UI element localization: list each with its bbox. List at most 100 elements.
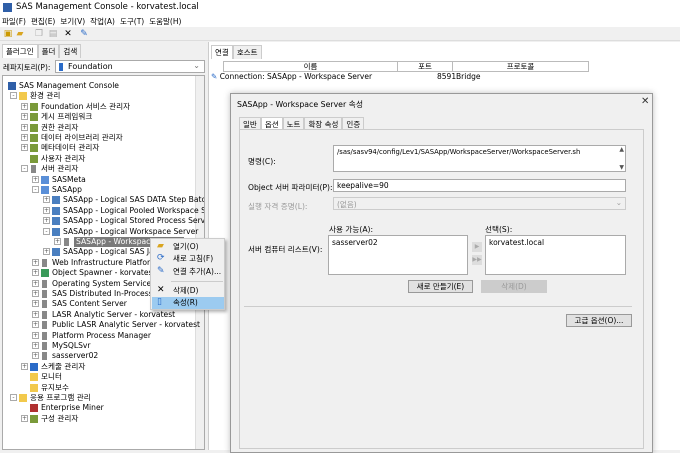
move-right-icon[interactable]: ▶: [472, 242, 482, 252]
selected-list[interactable]: korvatest.local: [485, 235, 626, 275]
menu-tools[interactable]: 도구(T): [118, 15, 147, 27]
toolbar: ▣ ▰ ❐ ▤ ✕ ✎: [0, 27, 680, 41]
new-button[interactable]: 새로 만들기(E): [408, 280, 473, 293]
tab-plugins[interactable]: 플러그인: [2, 44, 38, 58]
logical-icon: [52, 227, 60, 236]
column-header-port[interactable]: 포트: [397, 61, 453, 72]
collapse-icon[interactable]: -: [32, 186, 39, 193]
expand-icon[interactable]: +: [21, 144, 28, 152]
move-all-right-icon[interactable]: ▶▶: [472, 255, 482, 265]
credential-select[interactable]: (없음) ⌄: [333, 197, 626, 210]
logical-icon: [52, 217, 60, 226]
expand-icon[interactable]: +: [32, 300, 39, 308]
expand-icon[interactable]: +: [43, 206, 50, 214]
tree-item-label: 사용자 관리자: [41, 153, 86, 163]
delete-icon[interactable]: ✕: [63, 29, 73, 39]
expand-icon[interactable]: +: [32, 269, 39, 277]
server-icon: [42, 310, 47, 319]
plugin-icon: [30, 154, 38, 163]
available-list[interactable]: sasserver02: [328, 235, 468, 275]
expand-icon[interactable]: +: [32, 290, 39, 297]
tree-item-label: SASApp - Logical SAS DATA Step Batch Ser: [63, 195, 204, 205]
plugin-icon: [30, 144, 38, 153]
plugin-icon: [30, 414, 38, 423]
expand-icon[interactable]: +: [43, 196, 50, 204]
menu-edit[interactable]: 편집(E): [29, 15, 58, 27]
delete-button[interactable]: 삭제(D): [481, 280, 547, 293]
menu-item-add-connection[interactable]: ✎ 연결 추가(A)...: [152, 266, 224, 278]
expand-icon[interactable]: +: [32, 342, 39, 349]
menu-help[interactable]: 도움말(H): [147, 15, 184, 27]
console-icon: [8, 82, 16, 90]
expand-icon[interactable]: +: [21, 362, 28, 370]
expand-icon[interactable]: +: [32, 258, 39, 266]
tree-item-label: SASApp: [52, 185, 82, 194]
table-row[interactable]: ✎ Connection: SASApp - Workspace Server …: [211, 72, 480, 81]
menu-view[interactable]: 보기(V): [58, 15, 88, 27]
expand-icon[interactable]: +: [32, 321, 39, 329]
tab-folders[interactable]: 폴더: [37, 44, 60, 58]
menu-file[interactable]: 파일(F): [0, 15, 29, 27]
list-item[interactable]: sasserver02: [332, 238, 464, 247]
add-connection-icon: ✎: [157, 266, 165, 276]
open-folder-icon[interactable]: ▰: [15, 29, 25, 39]
plugin-icon: [30, 134, 38, 142]
expand-icon[interactable]: +: [32, 175, 39, 183]
expand-icon[interactable]: +: [21, 123, 28, 131]
command-label: 명령(C):: [248, 157, 276, 166]
collapse-icon[interactable]: -: [43, 227, 50, 235]
plugin-icon: [30, 113, 38, 122]
credential-value: (없음): [337, 200, 357, 209]
collapse-icon[interactable]: -: [10, 394, 17, 401]
menu-item-label: 새로 고침(F): [173, 254, 214, 263]
tree-item-label: Foundation 서비스 관리자: [41, 101, 131, 111]
expand-icon[interactable]: +: [32, 279, 39, 287]
collapse-icon[interactable]: -: [10, 92, 17, 100]
tab-hosts[interactable]: 호스트: [232, 45, 262, 59]
copy-icon[interactable]: ❐: [34, 29, 44, 39]
tree-item-label: LASR Analytic Server - korvatest: [52, 309, 176, 319]
expand-icon[interactable]: +: [21, 102, 28, 110]
scroll-down-icon[interactable]: ▼: [619, 164, 624, 171]
expand-icon[interactable]: +: [32, 310, 39, 318]
expand-icon[interactable]: +: [54, 238, 61, 245]
expand-icon[interactable]: +: [21, 414, 28, 422]
connect-icon[interactable]: ✎: [79, 29, 89, 39]
chevron-down-icon: ⌄: [193, 61, 200, 70]
paste-icon[interactable]: ▤: [48, 29, 58, 39]
repository-select[interactable]: Foundation ⌄: [55, 60, 205, 73]
command-textarea[interactable]: /sas/sasv94/config/Lev1/SASApp/Workspace…: [333, 145, 626, 172]
folder-icon: [19, 92, 27, 101]
column-header-protocol[interactable]: 프로토콜: [452, 61, 589, 72]
plugin-icon: [30, 123, 38, 132]
expand-icon[interactable]: +: [21, 113, 28, 121]
collapse-icon[interactable]: -: [21, 165, 28, 173]
connection-name: Connection: SASApp - Workspace Server: [219, 72, 373, 81]
logical-icon: [52, 248, 60, 257]
scroll-up-icon[interactable]: ▲: [619, 146, 624, 153]
tree-item-label: Public LASR Analytic Server - korvatest: [52, 320, 201, 330]
advanced-options-button[interactable]: 고급 옵션(O)...: [566, 314, 632, 327]
tab-search[interactable]: 검색: [59, 44, 82, 58]
expand-icon[interactable]: +: [32, 331, 39, 339]
expand-icon[interactable]: +: [21, 134, 28, 141]
new-icon[interactable]: ▣: [3, 29, 13, 39]
context-menu: ▰ 열기(O) ⟳ 새로 고침(F) ✎ 연결 추가(A)... ✕ 삭제(D) ▯ 속성…: [150, 238, 225, 310]
params-input[interactable]: keepalive=90: [333, 179, 626, 192]
refresh-icon: ⟳: [157, 253, 165, 263]
expand-icon[interactable]: +: [43, 217, 50, 225]
column-header-name[interactable]: 이름: [223, 61, 398, 72]
tree-item-label: 권한 관리자: [41, 122, 79, 132]
cluster-icon: [41, 186, 49, 194]
menu-item-open[interactable]: ▰ 열기(O): [152, 241, 224, 253]
list-item[interactable]: korvatest.local: [489, 238, 622, 247]
menu-item-delete[interactable]: ✕ 삭제(D): [152, 285, 224, 297]
expand-icon[interactable]: +: [32, 352, 39, 360]
close-icon[interactable]: ✕: [641, 96, 649, 107]
menu-item-properties[interactable]: ▯ 속성(R): [152, 297, 224, 309]
tab-connections[interactable]: 연결: [211, 45, 233, 59]
tree-item-label: Object Spawner - korvatest: [52, 268, 156, 278]
menu-actions[interactable]: 작업(A): [88, 15, 118, 27]
menu-item-refresh[interactable]: ⟳ 새로 고침(F): [152, 253, 224, 265]
expand-icon[interactable]: +: [43, 248, 50, 256]
